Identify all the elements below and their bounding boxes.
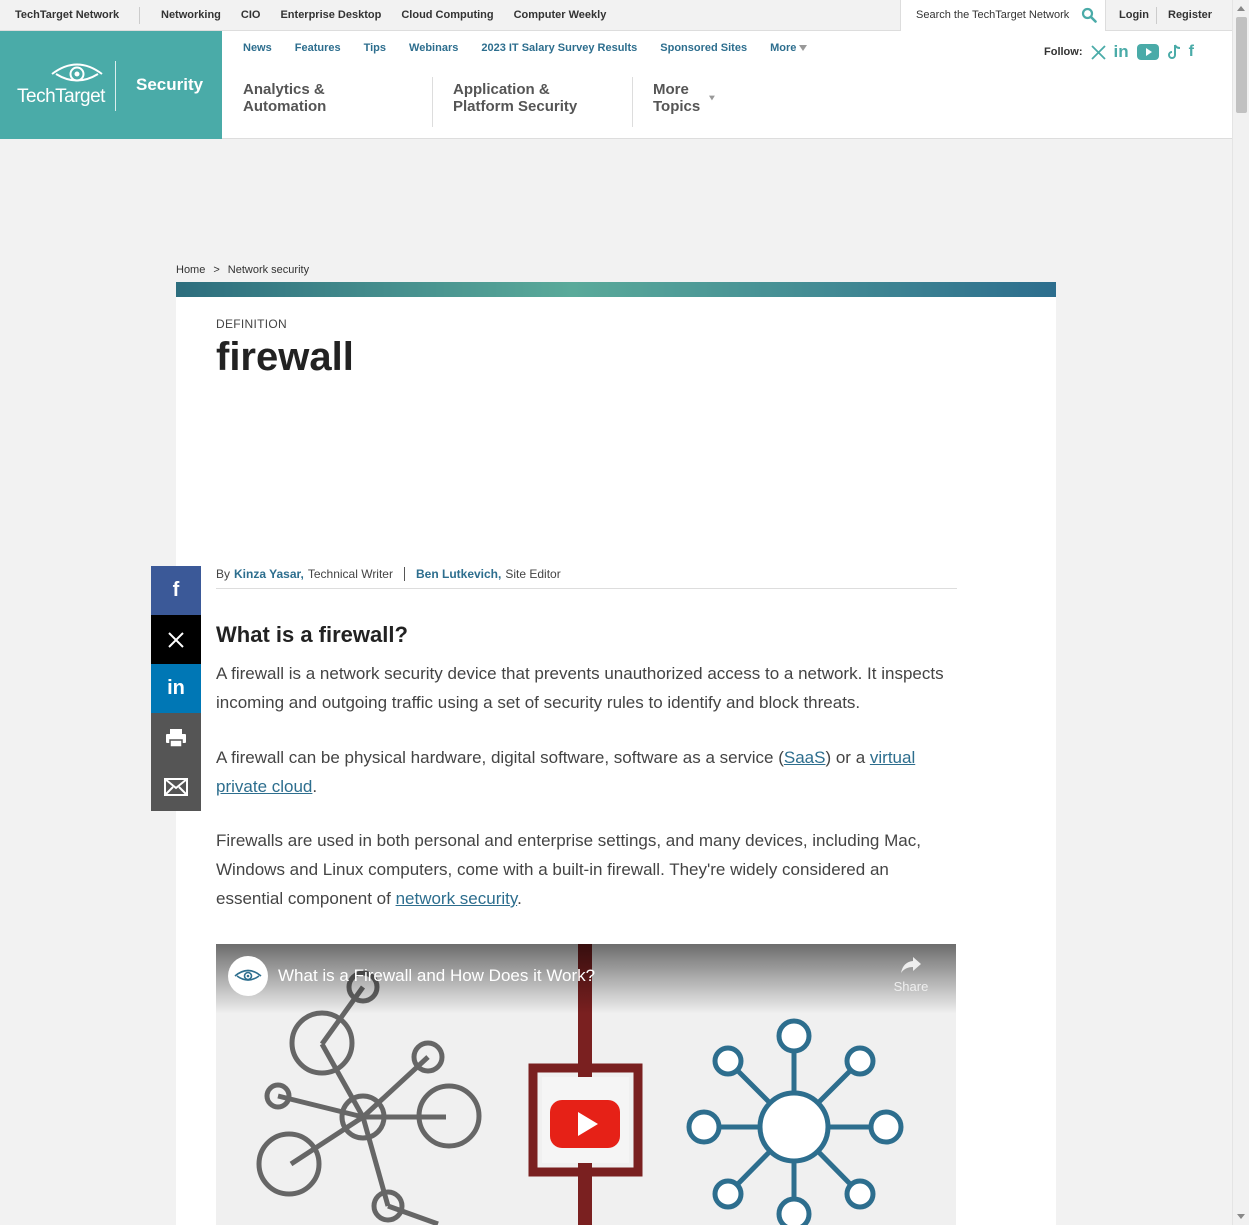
network-search[interactable]: Search the TechTarget Network [900, 0, 1106, 31]
share-x-button[interactable] [151, 615, 201, 664]
video-embed[interactable]: What is a Firewall and How Does it Work?… [216, 944, 956, 1225]
article: DEFINITION firewall By Kinza Yasar, Tech… [176, 297, 1056, 1225]
paragraph-text: . [312, 777, 318, 796]
search-input[interactable]: Search the TechTarget Network [916, 9, 1069, 21]
logo-divider [115, 61, 116, 111]
page-scrollbar[interactable] [1232, 0, 1249, 1225]
follow-label: Follow: [1044, 46, 1083, 58]
breadcrumb-separator: > [213, 264, 220, 276]
subnav-sponsored-sites[interactable]: Sponsored Sites [660, 42, 747, 54]
share-label: Share [893, 979, 929, 994]
subnav-webinars[interactable]: Webinars [409, 42, 458, 54]
page-title: firewall [216, 335, 354, 379]
divider [216, 588, 957, 589]
share-facebook-button[interactable]: f [151, 566, 201, 615]
network-site-networking[interactable]: Networking [161, 9, 221, 21]
divider [632, 77, 633, 127]
divider [432, 77, 433, 127]
network-site-computer-weekly[interactable]: Computer Weekly [514, 9, 607, 21]
print-button[interactable] [151, 713, 201, 762]
divider [139, 7, 140, 24]
login-link[interactable]: Login [1119, 9, 1149, 21]
breadcrumb-network-security[interactable]: Network security [228, 264, 309, 276]
network-site-enterprise-desktop[interactable]: Enterprise Desktop [280, 9, 381, 21]
subnav-salary-survey[interactable]: 2023 IT Salary Survey Results [481, 42, 637, 54]
network-brand-link[interactable]: TechTarget Network [15, 9, 119, 21]
paragraph: A firewall can be physical hardware, dig… [216, 743, 956, 801]
breadcrumb-home[interactable]: Home [176, 264, 205, 276]
topic-application-platform-security[interactable]: Application & Platform Security [453, 81, 603, 115]
logo-text: TechTarget [17, 86, 105, 107]
network-bar: TechTarget Network Networking CIO Enterp… [0, 0, 1232, 31]
paragraph-text: ) or a [825, 748, 870, 767]
scroll-up-arrow-icon[interactable] [1237, 6, 1245, 11]
topic-more-topics[interactable]: More Topics [653, 81, 716, 115]
linkedin-icon: in [167, 677, 185, 699]
subnav-news[interactable]: News [243, 42, 272, 54]
article-type-label: DEFINITION [216, 317, 287, 331]
section-heading: What is a firewall? [216, 622, 408, 647]
author-link-ben-lutkevich[interactable]: Ben Lutkevich, [416, 567, 501, 581]
video-title[interactable]: What is a Firewall and How Does it Work? [278, 966, 595, 986]
techtarget-eye-icon [234, 969, 262, 981]
envelope-icon [164, 777, 188, 796]
register-link[interactable]: Register [1168, 9, 1212, 21]
share-linkedin-button[interactable]: in [151, 664, 201, 713]
breadcrumb: Home > Network security [176, 264, 309, 276]
social-share-rail: f in [151, 566, 201, 811]
paragraph-text: Firewalls are used in both personal and … [216, 831, 921, 908]
paragraph-text: . [517, 889, 522, 908]
facebook-icon[interactable]: f [1189, 43, 1194, 61]
channel-avatar[interactable] [228, 956, 268, 996]
link-network-security[interactable]: network security [396, 889, 518, 908]
tiktok-icon[interactable] [1167, 44, 1181, 60]
subnav-more-label: More [770, 42, 797, 54]
techtarget-eye-icon [51, 63, 103, 82]
share-arrow-icon [901, 957, 921, 973]
topic-analytics-automation[interactable]: Analytics & Automation [243, 81, 326, 115]
youtube-icon[interactable] [1136, 44, 1159, 60]
byline: By Kinza Yasar, Technical Writer Ben Lut… [216, 567, 561, 581]
techtarget-security-logo[interactable]: TechTarget Security [0, 31, 222, 139]
network-site-cloud-computing[interactable]: Cloud Computing [401, 9, 493, 21]
facebook-icon: f [172, 579, 180, 601]
author-link-kinza-yasar[interactable]: Kinza Yasar, [234, 567, 304, 581]
more-topics-label: More Topics [653, 81, 701, 115]
linkedin-icon[interactable]: in [1114, 42, 1129, 62]
paragraph: Firewalls are used in both personal and … [216, 826, 956, 913]
site-header: TechTarget Security News Features Tips W… [0, 31, 1232, 139]
author-role: Technical Writer [307, 567, 393, 581]
paragraph-text: A firewall can be physical hardware, dig… [216, 748, 784, 767]
caret-down-icon [799, 45, 808, 51]
video-share-button[interactable]: Share [886, 956, 936, 994]
author-role: Site Editor [505, 567, 561, 581]
scrollbar-thumb[interactable] [1236, 17, 1247, 113]
subnav-features[interactable]: Features [295, 42, 341, 54]
printer-icon [166, 728, 186, 748]
byline-by: By [216, 567, 231, 581]
link-saas[interactable]: SaaS [784, 748, 826, 767]
divider [1156, 7, 1157, 24]
subnav-tips[interactable]: Tips [364, 42, 386, 54]
network-site-cio[interactable]: CIO [241, 9, 261, 21]
x-icon[interactable] [1090, 44, 1106, 60]
search-icon[interactable] [1081, 7, 1097, 23]
email-button[interactable] [151, 762, 201, 811]
section-subnav: News Features Tips Webinars 2023 IT Sala… [243, 42, 830, 54]
caret-down-icon [709, 95, 716, 101]
article-header-bar [176, 282, 1056, 297]
follow-bar: Follow: in f [1044, 42, 1194, 62]
section-name[interactable]: Security [136, 75, 203, 95]
scroll-down-arrow-icon[interactable] [1237, 1214, 1245, 1219]
subnav-more[interactable]: More [770, 42, 808, 54]
paragraph: A firewall is a network security device … [216, 664, 944, 712]
divider [403, 567, 405, 581]
network-sites: Networking CIO Enterprise Desktop Cloud … [161, 9, 606, 21]
x-icon [168, 631, 184, 648]
